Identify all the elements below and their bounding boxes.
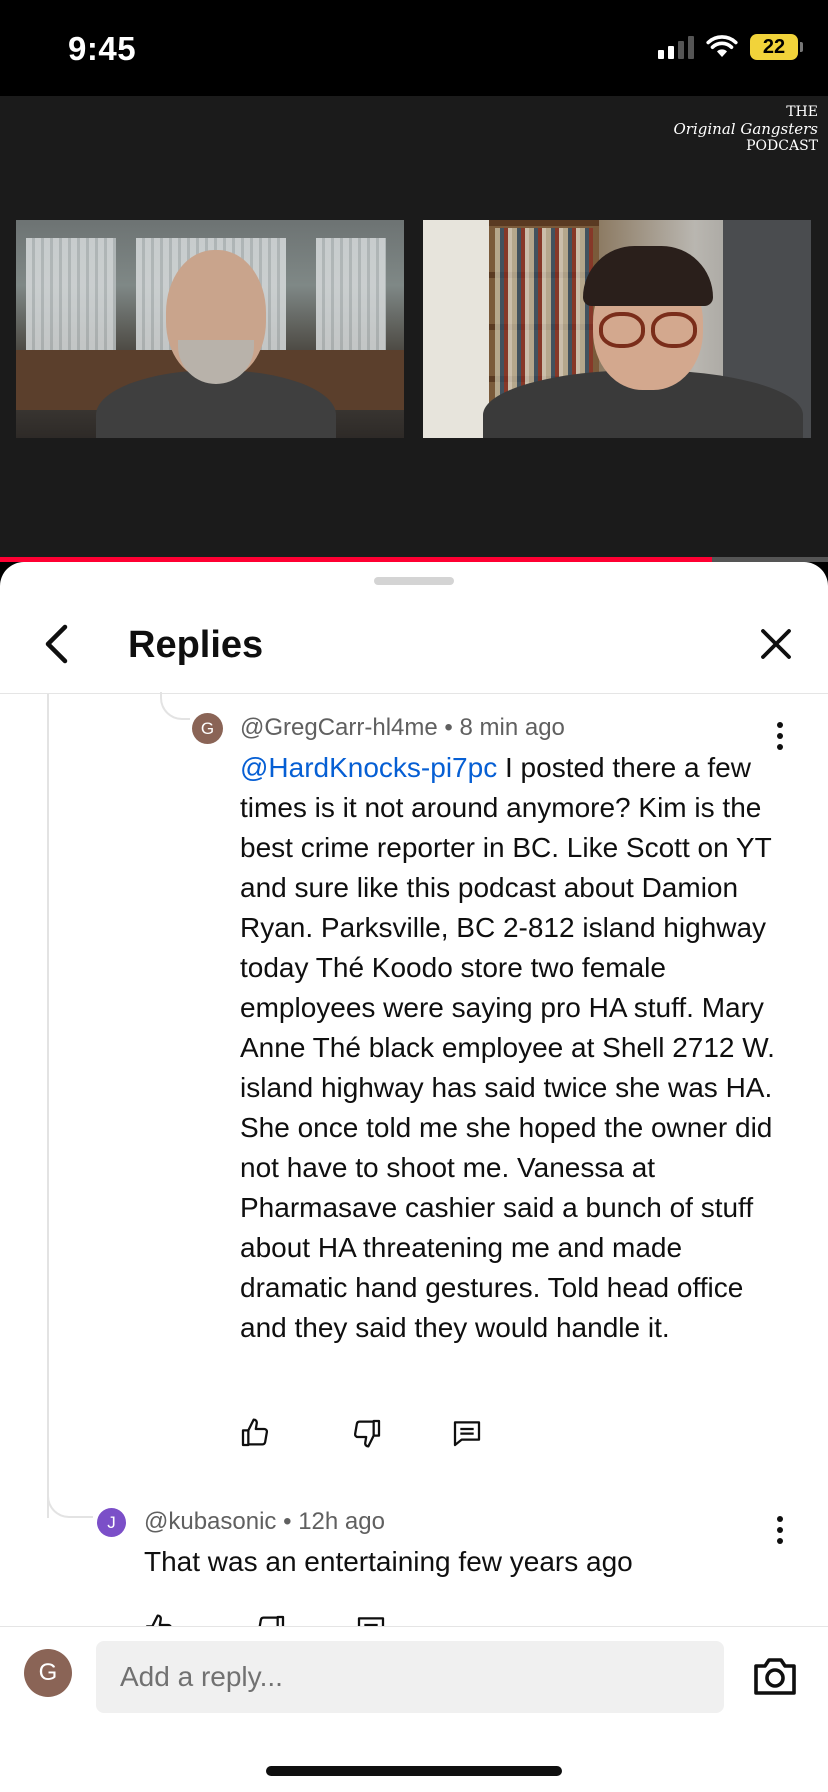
camera-button[interactable] bbox=[752, 1653, 798, 1699]
like-icon bbox=[241, 1418, 269, 1447]
meta-separator: • bbox=[444, 714, 460, 741]
comment-body: @HardKnocks-pi7pc I posted there a few t… bbox=[240, 748, 780, 1348]
meta-separator: • bbox=[283, 1508, 299, 1535]
thread-connector bbox=[47, 1486, 93, 1518]
home-indicator[interactable] bbox=[266, 1766, 562, 1776]
thread-connector bbox=[160, 692, 190, 720]
avatar[interactable]: G bbox=[192, 713, 223, 744]
close-button[interactable] bbox=[754, 622, 798, 666]
dislike-button[interactable] bbox=[348, 1414, 386, 1452]
wifi-icon bbox=[706, 35, 738, 57]
comment-author[interactable]: @kubasonic bbox=[144, 1508, 276, 1535]
more-vert-icon bbox=[777, 1516, 783, 1522]
user-avatar[interactable]: G bbox=[24, 1649, 72, 1697]
comment-meta: @GregCarr-hl4me • 8 min ago bbox=[240, 714, 565, 742]
signal-icon bbox=[658, 35, 694, 59]
avatar[interactable]: J bbox=[97, 1508, 126, 1537]
status-time: 9:45 bbox=[68, 30, 137, 67]
reply-input[interactable]: Add a reply... bbox=[96, 1641, 724, 1713]
more-options-button[interactable] bbox=[765, 1508, 795, 1552]
comment-author[interactable]: @GregCarr-hl4me bbox=[240, 714, 438, 741]
close-icon bbox=[761, 629, 791, 659]
reply-button[interactable] bbox=[448, 1414, 486, 1452]
camera-icon bbox=[754, 1658, 796, 1695]
more-vert-icon bbox=[777, 722, 783, 728]
comment-time: 12h ago bbox=[298, 1508, 385, 1535]
comment-text: That was an entertaining few years ago bbox=[144, 1546, 633, 1577]
logo-line-3: PODCAST bbox=[746, 138, 818, 154]
status-icons: 22 bbox=[658, 34, 803, 60]
comment-mention[interactable]: @HardKnocks-pi7pc bbox=[240, 752, 497, 783]
dislike-icon bbox=[353, 1419, 381, 1448]
back-button[interactable] bbox=[34, 622, 78, 666]
status-bar: 9:45 22 bbox=[0, 0, 828, 96]
logo-line-1: THE bbox=[786, 104, 818, 120]
sheet-header: Replies bbox=[0, 594, 828, 694]
comment-time: 8 min ago bbox=[459, 714, 565, 741]
comment-text: I posted there a few times is it not aro… bbox=[240, 752, 775, 1343]
thread-line bbox=[47, 694, 49, 1518]
comment-actions bbox=[236, 1414, 486, 1452]
video-participant-left bbox=[16, 220, 404, 438]
like-button[interactable] bbox=[236, 1414, 274, 1452]
video-participant-right bbox=[423, 220, 811, 438]
logo-line-2: Original Gangsters bbox=[673, 120, 819, 138]
sheet-title: Replies bbox=[128, 624, 264, 666]
back-arrow-icon bbox=[45, 624, 68, 664]
comment-meta: @kubasonic • 12h ago bbox=[144, 1508, 385, 1536]
reply-icon bbox=[453, 1421, 481, 1447]
replies-sheet: Replies G @GregCarr-hl4me • 8 min ago @H… bbox=[0, 562, 828, 1792]
video-player[interactable]: THE Original Gangsters PODCAST bbox=[0, 96, 828, 558]
battery-indicator: 22 bbox=[750, 34, 803, 60]
drag-handle[interactable] bbox=[374, 577, 454, 585]
podcast-logo: THE Original Gangsters PODCAST bbox=[674, 104, 819, 155]
